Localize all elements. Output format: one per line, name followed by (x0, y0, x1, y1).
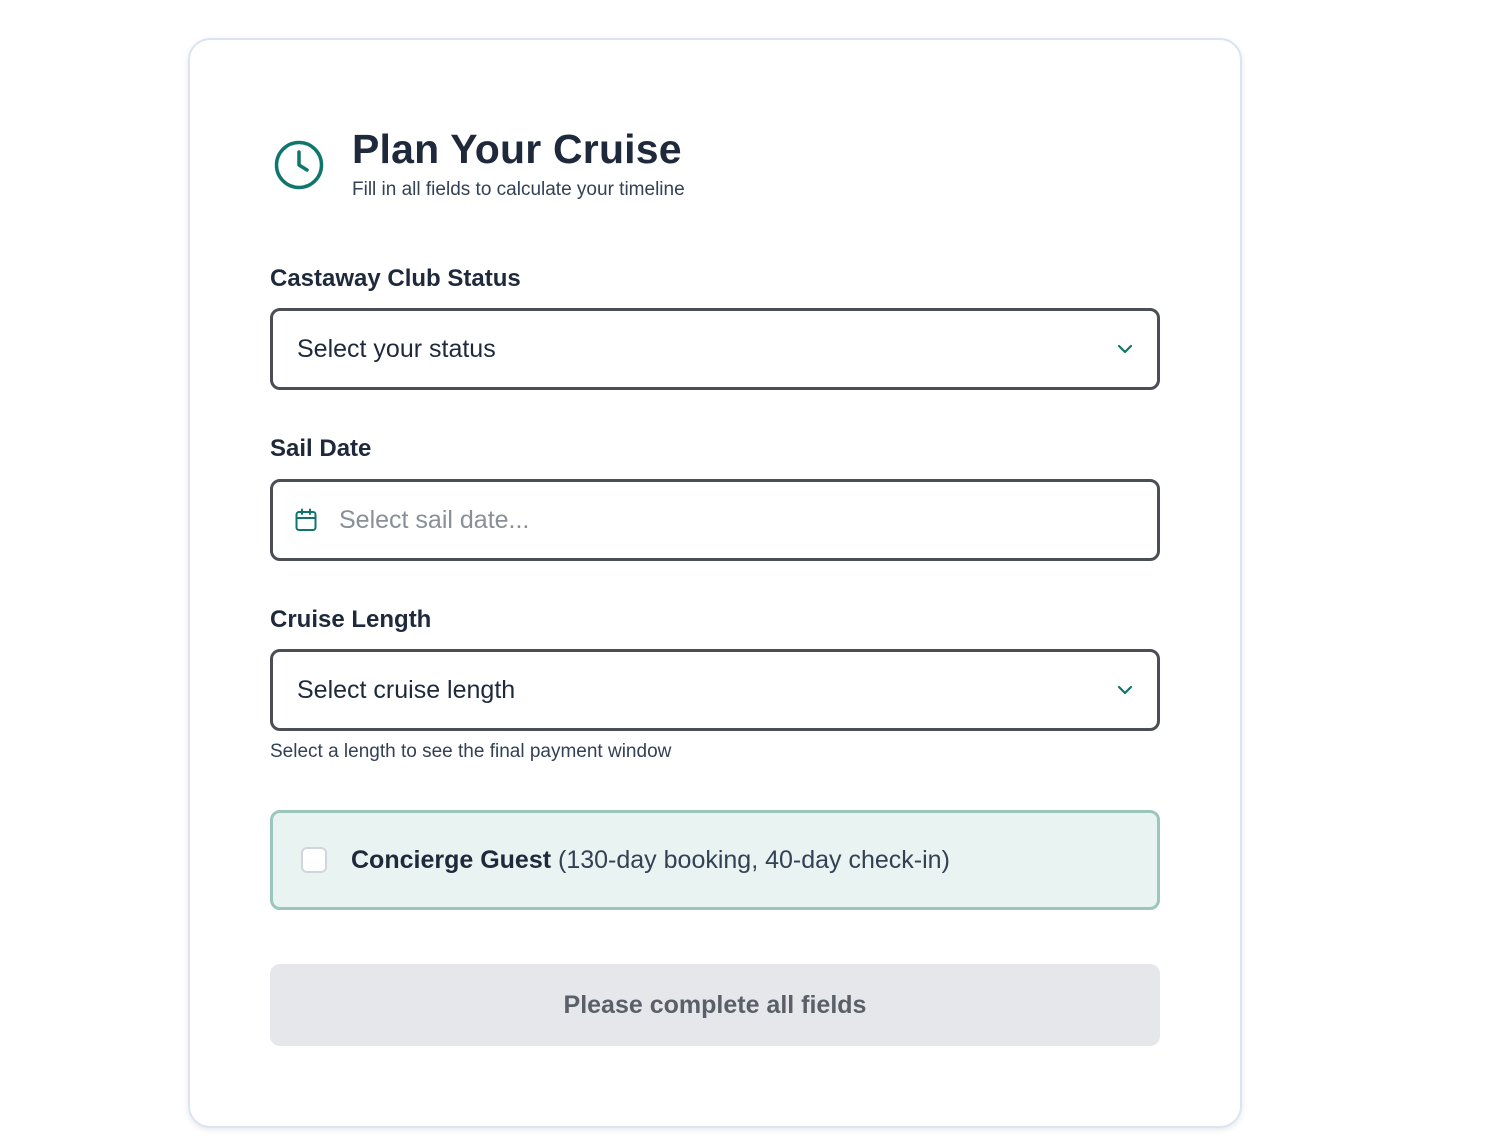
concierge-text: Concierge Guest (130-day booking, 40-day… (351, 846, 950, 875)
cruise-planner-card: Plan Your Cruise Fill in all fields to c… (188, 38, 1242, 1128)
page-subtitle: Fill in all fields to calculate your tim… (352, 179, 685, 200)
header: Plan Your Cruise Fill in all fields to c… (272, 126, 685, 202)
status-select[interactable]: Select your status (270, 308, 1160, 390)
concierge-label: Concierge Guest (351, 845, 552, 874)
cruise-length-select[interactable]: Select cruise length (270, 649, 1160, 731)
sail-date-label: Sail Date (270, 435, 372, 462)
submit-button[interactable]: Please complete all fields (270, 964, 1160, 1046)
chevron-down-icon (1115, 339, 1135, 359)
cruise-length-select-value: Select cruise length (297, 675, 516, 704)
sail-date-field[interactable] (270, 479, 1160, 561)
clock-icon (272, 138, 326, 192)
cruise-length-helper: Select a length to see the final payment… (270, 741, 672, 762)
page-title: Plan Your Cruise (352, 126, 682, 172)
concierge-detail: (130-day booking, 40-day check-in) (558, 845, 950, 874)
calendar-icon (293, 507, 319, 533)
status-select-value: Select your status (297, 334, 496, 363)
chevron-down-icon (1115, 680, 1135, 700)
header-text: Plan Your Cruise Fill in all fields to c… (352, 126, 685, 202)
concierge-guest-option[interactable]: Concierge Guest (130-day booking, 40-day… (270, 810, 1160, 910)
concierge-checkbox[interactable] (301, 847, 327, 873)
status-label: Castaway Club Status (270, 265, 521, 292)
cruise-length-label: Cruise Length (270, 606, 432, 633)
sail-date-input[interactable] (339, 505, 1157, 535)
